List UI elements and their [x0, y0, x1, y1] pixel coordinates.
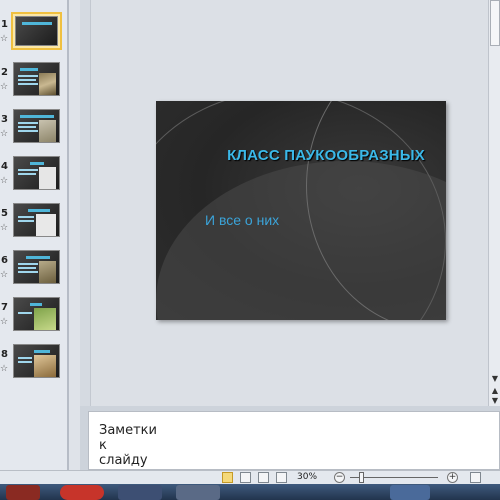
slide-title[interactable]: КЛАСС ПАУКООБРАЗНЫХ	[216, 147, 436, 164]
scroll-down-icon[interactable]: ▼	[490, 374, 500, 384]
zoom-out-button[interactable]: −	[334, 472, 345, 483]
slide-preview	[13, 297, 60, 331]
slides-panel: 1 ☆ 2 ☆ 3 ☆ 4 ☆ 5 ☆ 6 ☆ 7 ☆ 8 ☆	[0, 0, 68, 470]
slide-number: 7	[1, 302, 8, 313]
slide-subtitle[interactable]: И все о них	[205, 212, 279, 228]
star-icon: ☆	[0, 317, 9, 327]
slide-number: 1	[1, 19, 8, 30]
slide-preview	[13, 156, 60, 190]
taskbar-app-icon[interactable]	[176, 485, 220, 500]
slide-sorter-button[interactable]	[240, 472, 251, 483]
star-icon: ☆	[0, 364, 9, 374]
zoom-in-button[interactable]: +	[447, 472, 458, 483]
slideshow-button[interactable]	[276, 472, 287, 483]
slide-number: 2	[1, 67, 8, 78]
taskbar-app-icon[interactable]	[118, 485, 162, 500]
slide-preview	[13, 62, 60, 96]
taskbar-app-icon[interactable]	[60, 485, 104, 500]
slide-preview	[15, 16, 58, 46]
slide-thumbnail-5[interactable]: 5 ☆	[0, 201, 68, 245]
slide-thumbnail-3[interactable]: 3 ☆	[0, 107, 68, 151]
slide-number: 6	[1, 255, 8, 266]
slide-thumbnail-8[interactable]: 8 ☆	[0, 342, 68, 386]
slide-preview	[13, 250, 60, 284]
slide-number: 8	[1, 349, 8, 360]
slide-number: 5	[1, 208, 8, 219]
next-slide-icon[interactable]: ▼	[490, 396, 500, 406]
notes-pane[interactable]: Заметки к слайду	[88, 411, 500, 470]
reading-view-button[interactable]	[258, 472, 269, 483]
slide-preview	[13, 203, 60, 237]
taskbar	[0, 484, 500, 500]
slide-thumbnail-4[interactable]: 4 ☆	[0, 154, 68, 198]
status-bar: 30% − +	[0, 470, 500, 484]
star-icon: ☆	[0, 176, 9, 186]
taskbar-app-icon[interactable]	[390, 485, 430, 500]
normal-view-button[interactable]	[222, 472, 233, 483]
slide-number: 3	[1, 114, 8, 125]
previous-slide-icon[interactable]: ▲	[490, 386, 500, 396]
star-icon: ☆	[0, 82, 9, 92]
slide-preview	[13, 344, 60, 378]
slide-thumbnail-2[interactable]: 2 ☆	[0, 60, 68, 104]
taskbar-app-icon[interactable]	[6, 485, 40, 500]
editor-vertical-scrollbar[interactable]: ▼ ▲ ▼	[488, 0, 500, 406]
slide-thumbnail-1[interactable]: 1 ☆	[0, 12, 68, 56]
notes-placeholder[interactable]: Заметки к слайду	[99, 423, 157, 468]
zoom-level[interactable]: 30%	[297, 472, 317, 482]
slide-number: 4	[1, 161, 8, 172]
star-icon: ☆	[0, 270, 9, 280]
star-icon: ☆	[0, 129, 9, 139]
slide-editor-area: КЛАСС ПАУКООБРАЗНЫХ И все о них	[80, 0, 488, 406]
fit-to-window-button[interactable]	[470, 472, 481, 483]
slide-preview	[13, 109, 60, 143]
current-slide[interactable]: КЛАСС ПАУКООБРАЗНЫХ И все о них	[156, 101, 446, 320]
slide-thumbnail-7[interactable]: 7 ☆	[0, 295, 68, 339]
scrollbar-thumb[interactable]	[490, 0, 500, 46]
zoom-slider-handle[interactable]	[359, 472, 364, 483]
slide-thumbnail-6[interactable]: 6 ☆	[0, 248, 68, 292]
star-icon: ☆	[0, 34, 9, 44]
star-icon: ☆	[0, 223, 9, 233]
slides-panel-scrollbar[interactable]	[68, 0, 80, 470]
